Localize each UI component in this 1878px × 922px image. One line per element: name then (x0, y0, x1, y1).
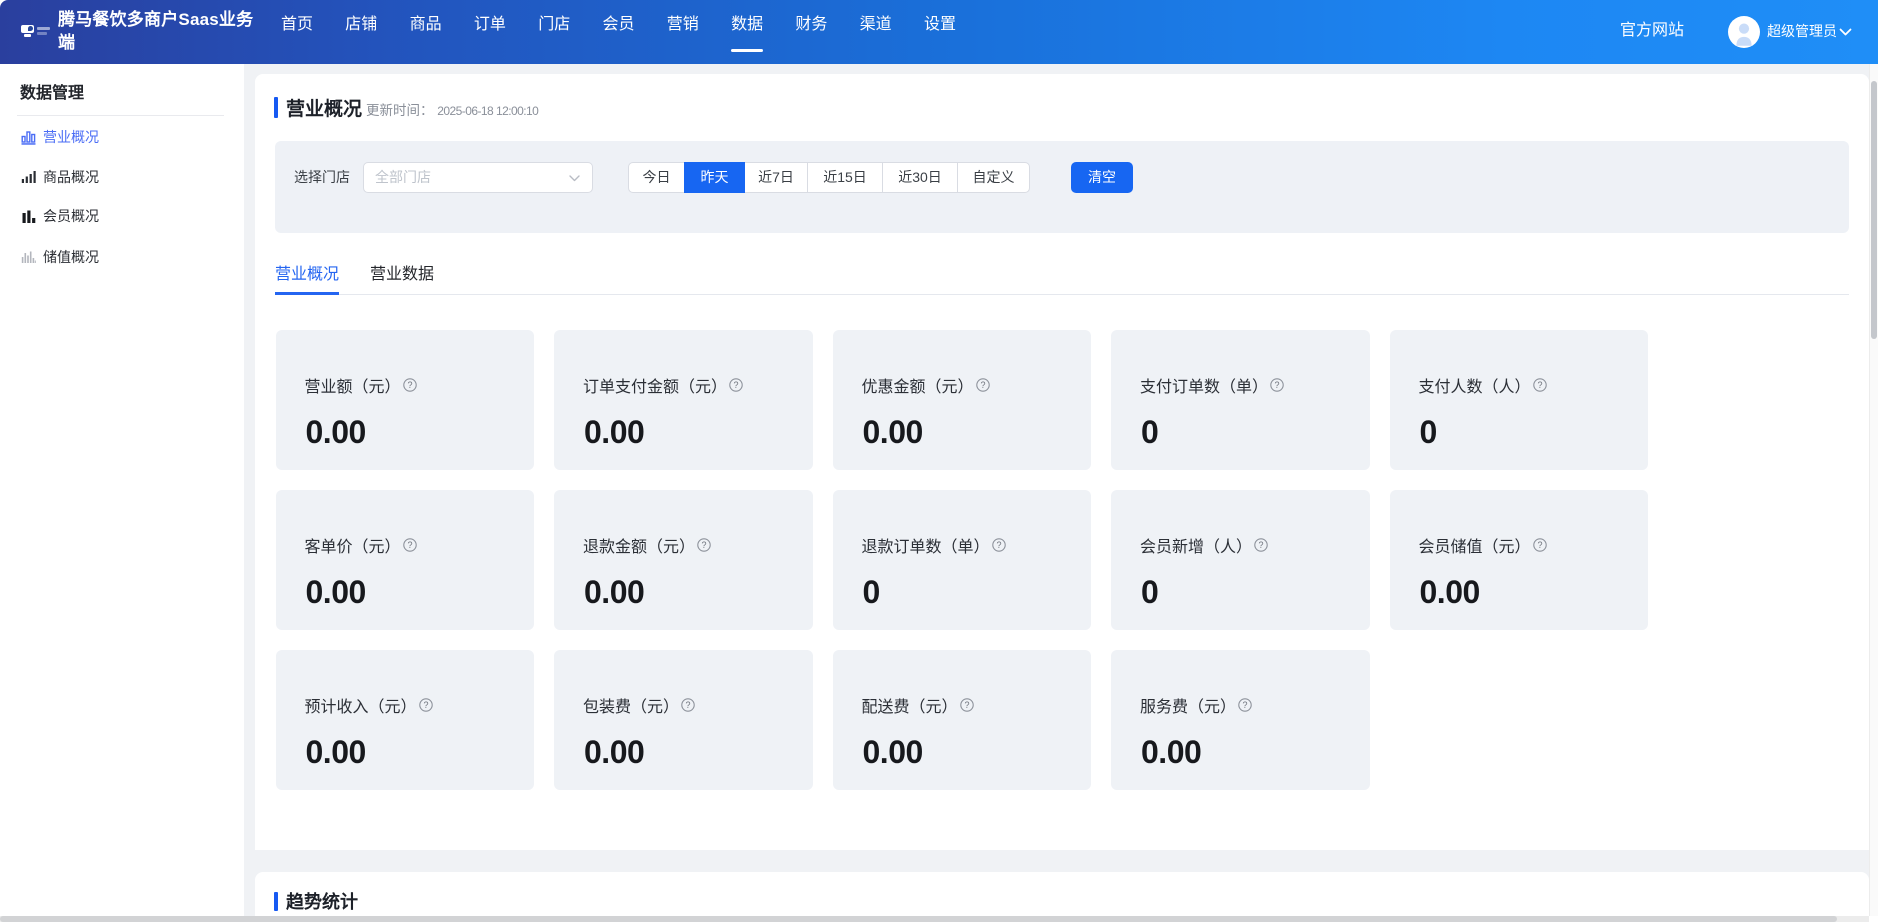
svg-text:?: ? (686, 700, 691, 710)
svg-text:?: ? (407, 540, 412, 550)
svg-text:?: ? (1243, 700, 1248, 710)
svg-text:?: ? (996, 540, 1001, 550)
svg-text:?: ? (1537, 380, 1542, 390)
svg-text:?: ? (702, 540, 707, 550)
svg-text:?: ? (980, 380, 985, 390)
svg-text:?: ? (1275, 380, 1280, 390)
svg-text:?: ? (734, 380, 739, 390)
svg-text:?: ? (964, 700, 969, 710)
svg-text:?: ? (423, 700, 428, 710)
svg-text:?: ? (1537, 540, 1542, 550)
svg-text:?: ? (407, 380, 412, 390)
svg-text:?: ? (1259, 540, 1264, 550)
